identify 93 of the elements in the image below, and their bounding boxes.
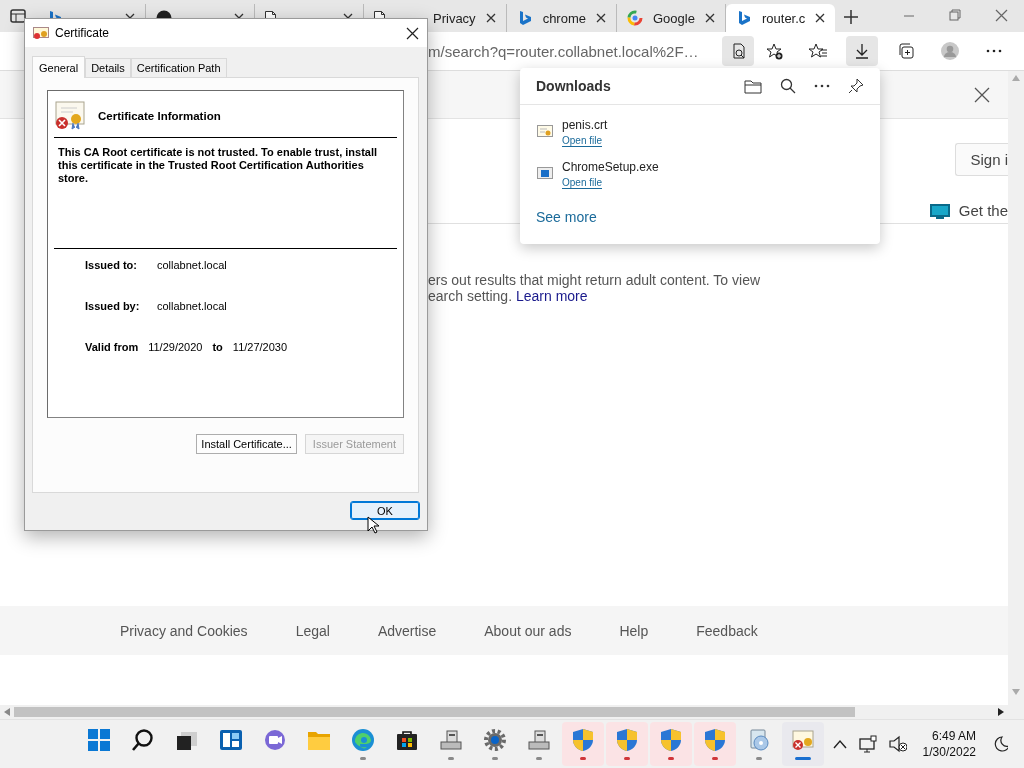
open-file-link[interactable]: Open file [562,135,603,147]
file-name: penis.crt [562,118,608,132]
bing-logo-icon [736,10,752,26]
field-label: to [212,341,223,353]
section-heading: Certificate Information [98,110,221,122]
running-indicator [536,757,542,760]
close-icon[interactable] [705,13,715,23]
field-label: Issued to: [85,259,138,271]
gear-icon[interactable] [483,728,507,752]
folder-icon[interactable] [744,78,762,94]
see-more-link[interactable]: See more [536,209,597,225]
sign-in-button[interactable]: Sign i [955,143,1008,176]
search-icon[interactable] [780,78,796,94]
moon-icon[interactable] [992,736,1008,752]
running-indicator [712,757,718,760]
running-indicator [668,757,674,760]
field-value: collabnet.local [157,300,227,312]
download-icon[interactable] [853,42,871,60]
field-label: Issued by: [85,300,141,312]
footer-link[interactable]: Advertise [377,622,437,639]
footer-link[interactable]: Help [619,622,649,639]
clock-time[interactable]: 6:49 AM [931,728,976,744]
pin-icon[interactable] [848,78,864,94]
shield-icon[interactable] [703,728,727,752]
shield-icon[interactable] [615,728,639,752]
close-icon[interactable] [485,13,496,23]
edge-logo-icon[interactable] [351,728,375,752]
running-indicator [360,757,366,760]
certificate-icon [537,124,553,138]
file-name: ChromeSetup.exe [562,160,659,174]
close-icon[interactable] [406,26,419,40]
star-add-icon[interactable] [765,42,783,60]
window-icon [537,166,553,180]
safe-search-text: earch setting. [428,288,513,304]
chevron-up-icon[interactable] [832,739,847,749]
field-value: 11/27/2030 [232,341,288,353]
flyout-title: Downloads [536,78,611,94]
search-icon[interactable] [131,728,155,752]
field-label: Valid from [85,341,139,353]
scroll-left-icon[interactable] [4,708,10,716]
monitor-icon [929,202,950,219]
dialog-tab[interactable]: Details [85,58,131,77]
running-indicator [448,757,454,760]
clock-date[interactable]: 1/30/2022 [922,744,976,760]
certificate-icon [33,26,49,40]
computer-icon[interactable] [439,728,463,752]
footer-link[interactable]: Feedback [696,622,758,639]
shield-icon[interactable] [571,728,595,752]
running-indicator [624,757,630,760]
untrusted-certificate-icon [54,101,86,131]
address-field[interactable]: m/search?q=router.collabnet.local%2F… [428,42,710,60]
chat-bubble-icon[interactable] [263,728,287,752]
field-value: 11/29/2020 [148,341,203,353]
open-file-link[interactable]: Open file [562,177,603,189]
favorites-icon[interactable] [809,42,827,60]
certificate-icon[interactable] [791,728,815,752]
dialog-tab[interactable]: General [32,56,86,78]
shield-icon[interactable] [659,728,683,752]
collections-icon[interactable] [897,42,915,60]
footer-link[interactable]: Privacy and Cookies [120,622,248,639]
safe-search-text: ers out results that might return adult content. To view [428,272,762,288]
media-player-icon[interactable] [747,728,771,752]
widgets-icon[interactable] [219,728,243,752]
footer-link[interactable]: About our ads [484,622,572,639]
network-icon[interactable] [858,735,877,753]
google-logo-icon [627,10,643,26]
close-icon[interactable] [815,13,826,23]
cursor-icon [367,516,379,534]
running-indicator [756,757,762,760]
dialog-title: Certificate [55,26,110,40]
scrollbar-thumb[interactable] [14,707,855,717]
get-app-link[interactable]: Get the [958,202,1008,219]
workspaces-icon[interactable] [10,8,26,24]
ok-button[interactable]: OK [350,501,420,520]
speaker-muted-icon[interactable] [888,735,907,753]
footer-link[interactable]: Legal [295,622,330,639]
running-indicator [580,757,586,760]
close-icon[interactable] [596,13,606,23]
plus-icon[interactable] [843,9,860,25]
trust-warning-text: This CA Root certificate is not trusted. To enable trust, install this certificate in the Trusted Root Certification Authorities store. [57,145,379,186]
computer-icon[interactable] [527,728,551,752]
running-indicator [795,757,811,760]
dialog-button[interactable]: Install Certificate... [196,434,297,454]
running-indicator [492,757,498,760]
avatar-icon[interactable] [941,42,959,60]
close-icon[interactable] [974,86,990,103]
scroll-right-icon[interactable] [998,708,1004,716]
dialog-tab[interactable]: Certification Path [130,58,227,77]
field-value: collabnet.local [157,259,227,271]
shopping-bag-icon[interactable] [395,728,419,752]
learn-more-link[interactable]: Learn more [515,288,588,304]
browser-tab[interactable]: router.c [726,4,836,32]
start-icon[interactable] [87,728,111,752]
